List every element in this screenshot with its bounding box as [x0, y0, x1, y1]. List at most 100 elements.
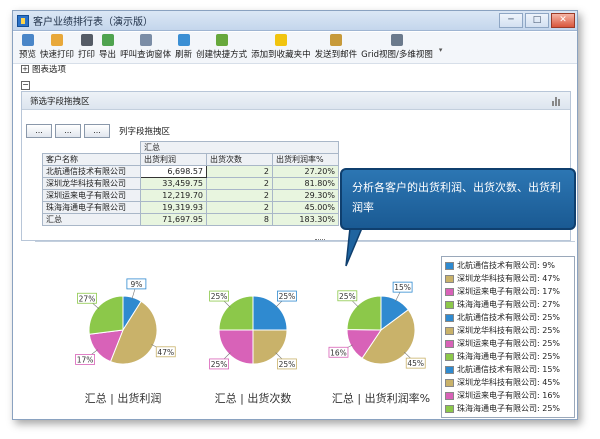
toolbar-item-shortcut[interactable]: 创建快捷方式: [196, 34, 247, 60]
title-bar[interactable]: 客户业绩排行表（演示版） ─ □ ✕: [13, 11, 577, 31]
cell-value[interactable]: 2: [206, 177, 273, 190]
legend-item: 北航通信技术有限公司: 15%: [445, 363, 571, 376]
field-button-2[interactable]: ...: [55, 124, 81, 138]
cell-value[interactable]: 8: [206, 213, 273, 226]
table-row[interactable]: 深圳龙华科技有限公司 33,459.75 2 81.80%: [42, 177, 339, 190]
cell-value[interactable]: 29.30%: [272, 189, 339, 202]
close-button[interactable]: ✕: [551, 13, 575, 28]
chart-options-toggle[interactable]: + 图表选项: [21, 63, 66, 75]
filter-field-drop-zone[interactable]: 筛选字段拖拽区: [22, 92, 570, 110]
legend-swatch: [445, 313, 454, 322]
legend-text: 深圳龙华科技有限公司: 45%: [457, 378, 561, 387]
table-row[interactable]: 珠海海通电子有限公司 19,319.93 2 45.00%: [42, 201, 339, 214]
annotation-callout: 分析各客户的出货利润、出货次数、出货利润率: [340, 168, 576, 230]
cell-value[interactable]: 19,319.93: [140, 201, 207, 214]
toolbar-item-label: 发送到邮件: [314, 50, 358, 60]
table-row[interactable]: 北航通信技术有限公司 6,698.57 2 27.20%: [42, 165, 339, 178]
legend-text: 北航通信技术有限公司: 9%: [457, 261, 555, 270]
quick-print-icon: [51, 34, 64, 46]
pie-data-label: 25%: [339, 292, 356, 301]
pie-data-label: 25%: [279, 292, 296, 301]
window-title: 客户业绩排行表（演示版）: [33, 17, 153, 28]
maximize-button[interactable]: □: [525, 13, 549, 28]
toolbar-item-label: 导出: [99, 50, 117, 60]
row-header[interactable]: 客户名称: [42, 153, 141, 166]
cell-value[interactable]: 71,697.95: [140, 213, 207, 226]
callout-tail: [345, 228, 363, 267]
toolbar-item-print[interactable]: 打印: [78, 34, 95, 60]
cell-value[interactable]: 12,219.70: [140, 189, 207, 202]
pie-title: 汇总 | 出货利润: [85, 391, 162, 405]
minimize-button[interactable]: ─: [499, 13, 523, 28]
toolbar-item-grid-view[interactable]: Grid视图/多维视图: [361, 34, 433, 60]
legend-item: 珠海海通电子有限公司: 25%: [445, 350, 571, 363]
favorite-star-icon: [274, 34, 287, 46]
column-header-count[interactable]: 出货次数: [206, 153, 273, 166]
pie-data-label: 16%: [330, 348, 347, 357]
toolbar-item-label: 预览: [19, 50, 37, 60]
pivot-table: 汇总 客户名称 出货利润 出货次数 出货利润率% 北航通信技术有限公司 6,69…: [42, 141, 339, 226]
table-row[interactable]: 深圳运来电子有限公司 12,219.70 2 29.30%: [42, 189, 339, 202]
print-icon: [80, 34, 93, 46]
legend-item: 深圳运来电子有限公司: 25%: [445, 337, 571, 350]
cell-value[interactable]: 81.80%: [272, 177, 339, 190]
pie-data-label: 25%: [211, 360, 228, 369]
pivot-group-header[interactable]: 汇总: [140, 141, 339, 154]
collapse-minus-icon[interactable]: −: [21, 81, 30, 90]
cell-value[interactable]: 33,459.75: [140, 177, 207, 190]
toolbar-overflow-icon[interactable]: ▾: [439, 46, 443, 54]
shortcut-icon: [215, 34, 228, 46]
cell-value[interactable]: 2: [206, 165, 273, 178]
column-header-margin[interactable]: 出货利润率%: [272, 153, 339, 166]
cell-value[interactable]: 183.30%: [272, 213, 339, 226]
cell-value[interactable]: 2: [206, 201, 273, 214]
toolbar-item-label: 快速打印: [40, 50, 75, 60]
legend-text: 深圳龙华科技有限公司: 25%: [457, 326, 561, 335]
field-button-3[interactable]: ...: [84, 124, 110, 138]
legend-text: 深圳运来电子有限公司: 16%: [457, 391, 561, 400]
toolbar-item-refresh[interactable]: 刷新: [175, 34, 192, 60]
toolbar-item-label: 刷新: [175, 50, 193, 60]
expand-plus-icon[interactable]: +: [21, 65, 29, 73]
pie-charts: 9% 47% 17% 27% 汇总 | 出货利润 25% 25% 25% 25% 汇总 | 出货次…: [75, 278, 430, 405]
column-field-drop-zone[interactable]: 列字段拖拽区: [119, 125, 170, 137]
toolbar-item-mail[interactable]: 发送到邮件: [314, 34, 358, 60]
window-controls: ─ □ ✕: [499, 13, 575, 28]
pie-data-label: 25%: [279, 360, 296, 369]
toolbar: 预览 快速打印 打印 导出 呼叫查询窗体 刷新 创建快捷方式 添加到收藏夹中 发送到邮件 Grid…: [13, 32, 577, 64]
legend-swatch: [445, 352, 454, 361]
legend-swatch: [445, 391, 454, 400]
legend-swatch: [445, 300, 454, 309]
legend-text: 珠海海通电子有限公司: 25%: [457, 352, 561, 361]
row-name[interactable]: 珠海海通电子有限公司: [42, 201, 141, 214]
toolbar-item-label: Grid视图/多维视图: [361, 50, 433, 60]
column-header-profit[interactable]: 出货利润: [140, 153, 207, 166]
cell-value[interactable]: 27.20%: [272, 165, 339, 178]
toolbar-item-favorite-star[interactable]: 添加到收藏夹中: [251, 34, 311, 60]
toolbar-item-call-query[interactable]: 呼叫查询窗体: [120, 34, 171, 60]
cell-value[interactable]: 6,698.57: [140, 165, 207, 178]
field-button-1[interactable]: ...: [26, 124, 52, 138]
toolbar-item-label: 创建快捷方式: [196, 50, 248, 60]
pivot-button-row: ... ... ... 列字段拖拽区: [26, 124, 170, 138]
toolbar-item-preview[interactable]: 预览: [19, 34, 36, 60]
legend-swatch: [445, 326, 454, 335]
cell-value[interactable]: 2: [206, 189, 273, 202]
toolbar-item-quick-print[interactable]: 快速打印: [40, 34, 74, 60]
cell-value[interactable]: 45.00%: [272, 201, 339, 214]
chart-bars-icon[interactable]: [552, 96, 562, 106]
legend-item: 深圳龙华科技有限公司: 25%: [445, 324, 571, 337]
pivot-corner: [42, 141, 141, 154]
chart-legend: 北航通信技术有限公司: 9% 深圳龙华科技有限公司: 47% 深圳运来电子有限公司:…: [441, 256, 575, 418]
row-name[interactable]: 深圳运来电子有限公司: [42, 189, 141, 202]
call-query-icon: [139, 34, 152, 46]
panel-splitter[interactable]: [315, 239, 325, 243]
grid-view-icon: [390, 34, 403, 46]
toolbar-item-export[interactable]: 导出: [99, 34, 116, 60]
legend-text: 北航通信技术有限公司: 25%: [457, 313, 561, 322]
callout-text: 分析各客户的出货利润、出货次数、出货利润率: [352, 181, 561, 214]
table-row-total[interactable]: 汇总 71,697.95 8 183.30%: [42, 213, 339, 226]
row-name[interactable]: 北航通信技术有限公司: [42, 165, 141, 178]
row-name[interactable]: 深圳龙华科技有限公司: [42, 177, 141, 190]
row-name[interactable]: 汇总: [42, 213, 141, 226]
